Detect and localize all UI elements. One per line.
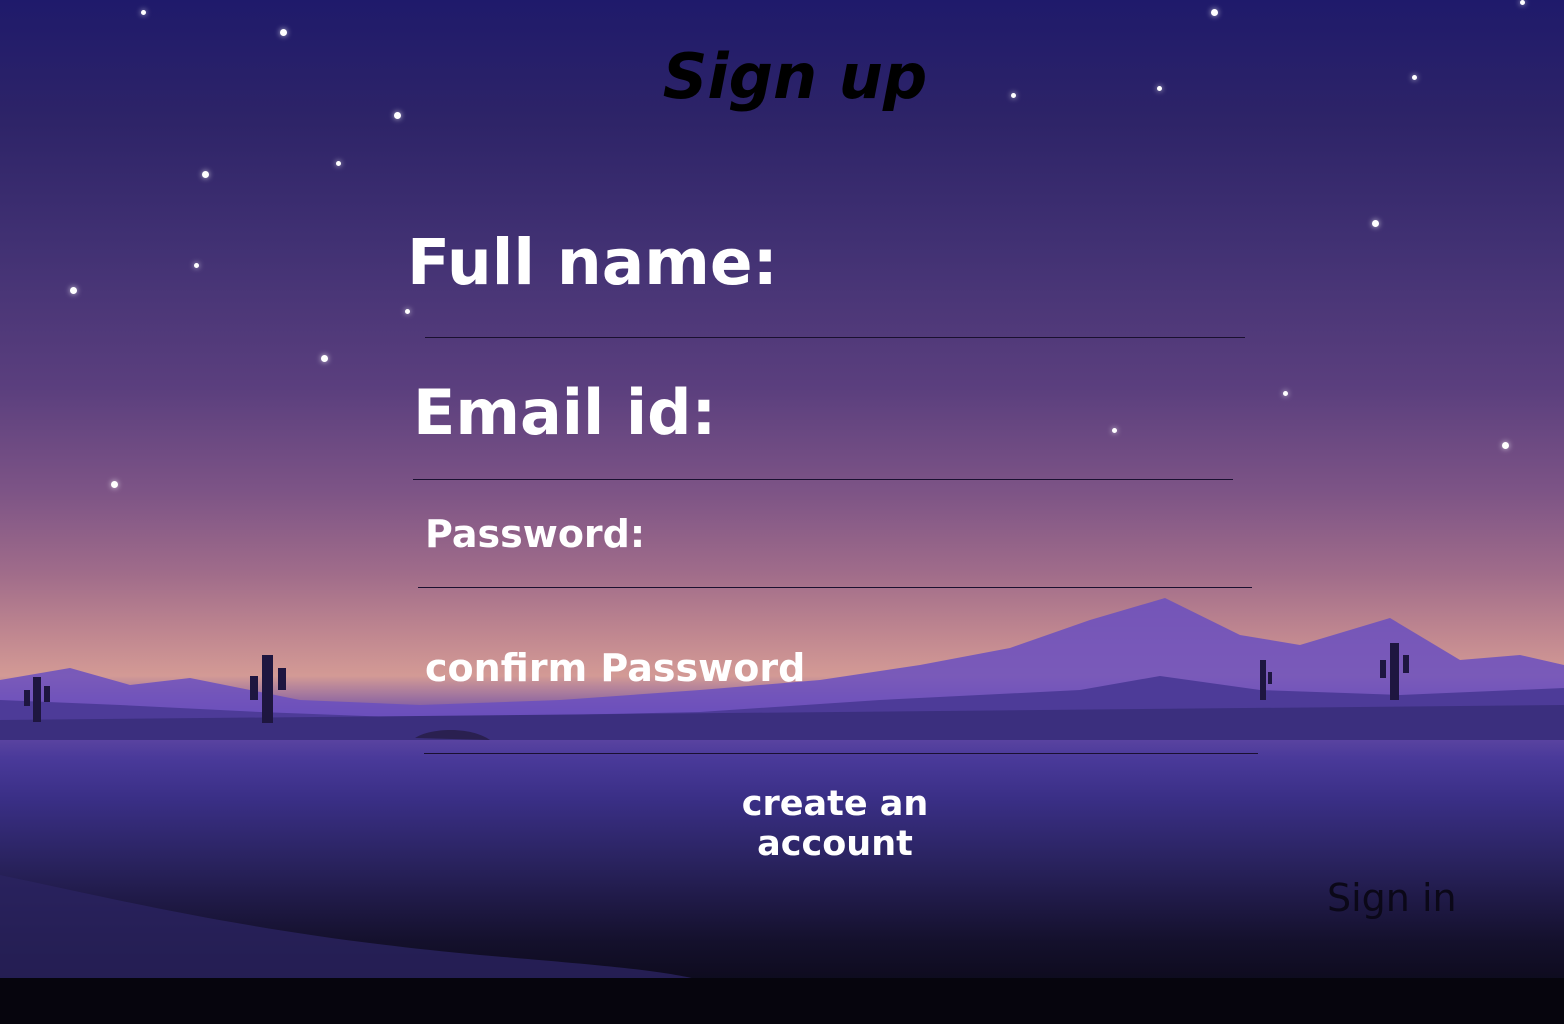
sign-in-link[interactable]: Sign in [1327, 876, 1457, 920]
full-name-label: Full name: [407, 226, 778, 299]
star [194, 263, 199, 268]
confirm-password-label: confirm Password [425, 646, 806, 690]
star [1502, 442, 1509, 449]
star [336, 161, 341, 166]
star [202, 171, 209, 178]
confirm-password-input[interactable] [424, 713, 1258, 754]
star [1112, 428, 1117, 433]
star [321, 355, 328, 362]
star [111, 481, 118, 488]
star [1211, 9, 1218, 16]
page-title: Sign up [662, 40, 928, 113]
star [405, 309, 410, 314]
star [1372, 220, 1379, 227]
create-account-button[interactable]: create an account [672, 784, 998, 864]
desert-night-scene [0, 598, 1564, 1024]
email-input[interactable] [413, 439, 1233, 480]
star [280, 29, 287, 36]
star [1283, 391, 1288, 396]
password-input[interactable] [418, 547, 1252, 588]
star [70, 287, 77, 294]
star [394, 112, 401, 119]
star [141, 10, 146, 15]
star [1520, 0, 1525, 5]
full-name-input[interactable] [425, 297, 1245, 338]
